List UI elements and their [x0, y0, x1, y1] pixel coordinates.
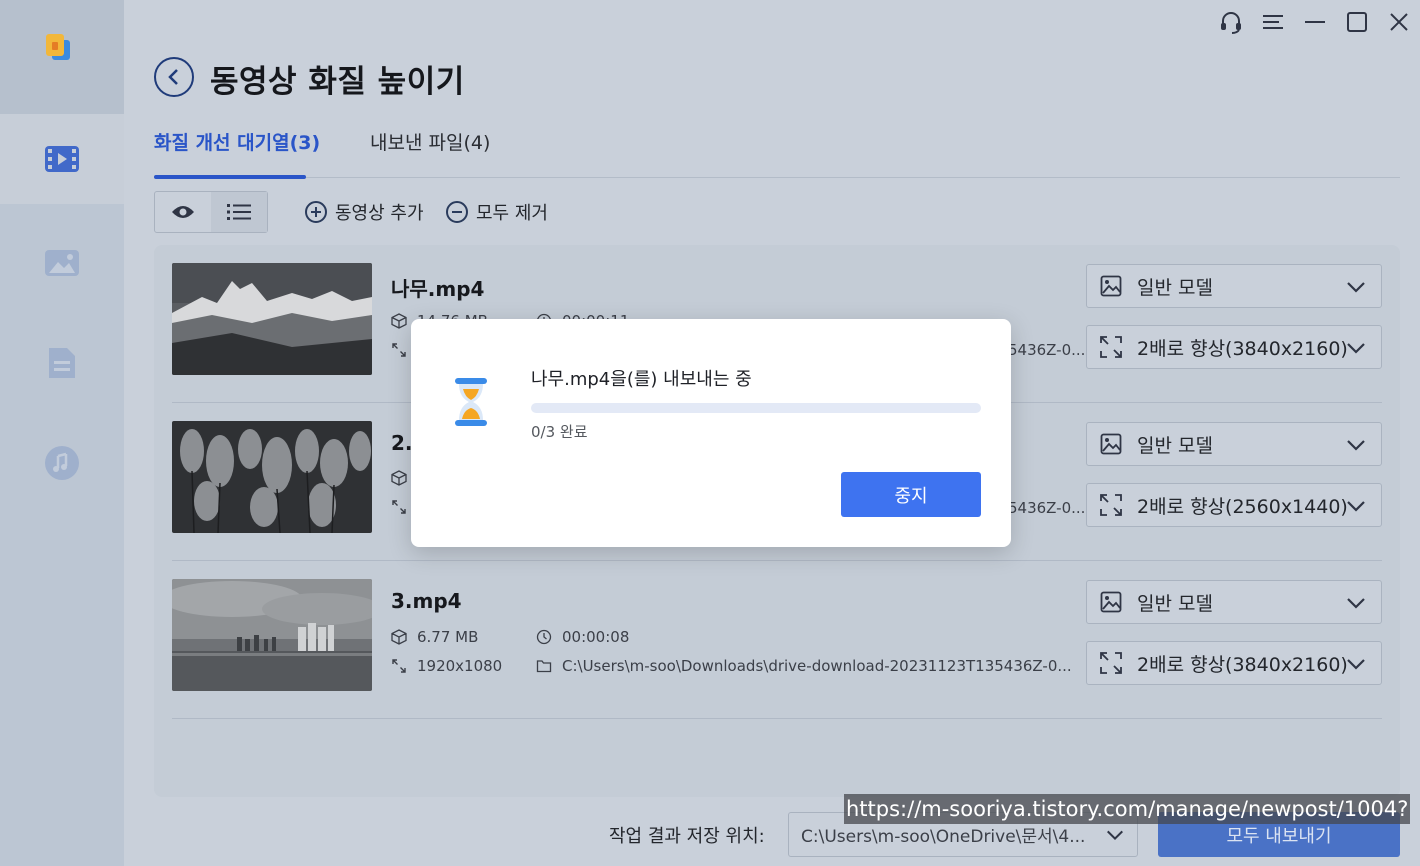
video-thumbnail — [172, 579, 372, 691]
image-model-icon — [1099, 432, 1123, 456]
tab-active-indicator — [154, 175, 306, 179]
expand-icon — [392, 500, 406, 514]
save-location-label: 작업 결과 저장 위치: — [609, 826, 765, 847]
tab-exported-files[interactable]: 내보낸 파일(4) — [370, 128, 490, 155]
nav-item-music[interactable] — [0, 418, 124, 508]
list-view-button[interactable] — [211, 192, 267, 232]
nav-item-document[interactable] — [0, 318, 124, 408]
upscale-icon — [1099, 651, 1123, 675]
file-resolution: 1920x1080 — [391, 657, 502, 675]
chevron-down-icon — [1347, 282, 1365, 293]
expand-icon — [392, 659, 406, 673]
add-video-label: 동영상 추가 — [335, 203, 424, 224]
folder-icon — [536, 660, 552, 673]
eye-icon — [172, 206, 194, 218]
file-path: 5436Z-0... — [1008, 499, 1086, 517]
upscale-dropdown[interactable]: 2배로 향상(3840x2160) — [1086, 641, 1382, 685]
chevron-down-icon — [1347, 343, 1365, 354]
list-icon — [227, 204, 251, 220]
close-button[interactable] — [1378, 0, 1420, 44]
hourglass-icon — [455, 378, 487, 426]
progress-count: 0/3 완료 — [531, 423, 588, 441]
image-model-icon — [1099, 274, 1123, 298]
document-icon — [49, 348, 75, 378]
video-icon — [45, 146, 79, 172]
model-dropdown[interactable]: 일반 모델 — [1086, 580, 1382, 624]
file-path: C:\Users\m-soo\Downloads\drive-download-… — [536, 657, 1072, 675]
nav-item-image[interactable] — [0, 218, 124, 308]
file-path: 5436Z-0... — [1008, 341, 1086, 359]
upscale-dropdown[interactable]: 2배로 향상(3840x2160) — [1086, 325, 1382, 369]
model-dropdown[interactable]: 일반 모델 — [1086, 264, 1382, 308]
chevron-down-icon — [1347, 501, 1365, 512]
chevron-down-icon — [1347, 440, 1365, 451]
url-watermark: https://m-sooriya.tistory.com/manage/new… — [844, 794, 1411, 824]
close-icon — [1390, 13, 1408, 31]
headset-icon — [1221, 12, 1241, 34]
logo-area — [0, 0, 124, 114]
left-nav-rail — [0, 0, 124, 866]
chevron-down-icon — [1347, 598, 1365, 609]
minus-circle-icon — [446, 201, 468, 223]
tab-bar: 화질 개선 대기열(3) 내보낸 파일(4) — [154, 126, 1400, 179]
dialog-title: 나무.mp4을(를) 내보내는 중 — [531, 369, 752, 390]
chevron-left-icon — [168, 69, 178, 85]
page-title: 동영상 화질 높이기 — [210, 64, 465, 100]
expand-icon — [392, 343, 406, 357]
chevron-down-icon — [1347, 659, 1365, 670]
cube-icon — [391, 629, 407, 645]
row-divider — [172, 718, 1382, 719]
image-icon — [45, 250, 79, 276]
cube-icon — [391, 313, 407, 329]
music-icon — [45, 446, 79, 480]
back-button[interactable] — [154, 57, 194, 97]
upscale-icon — [1099, 493, 1123, 517]
maximize-icon — [1347, 12, 1367, 32]
add-video-button[interactable]: 동영상 추가 — [305, 199, 424, 225]
clock-icon — [536, 629, 552, 645]
image-model-icon — [1099, 590, 1123, 614]
video-thumbnail — [172, 263, 372, 375]
preview-view-button[interactable] — [155, 192, 211, 232]
minimize-button[interactable] — [1294, 0, 1336, 44]
file-name: 3.mp4 — [391, 589, 462, 613]
app-logo-icon — [46, 34, 70, 60]
chevron-down-icon — [1107, 830, 1123, 841]
file-name: 나무.mp4 — [391, 277, 485, 301]
upscale-icon — [1099, 335, 1123, 359]
file-duration: 00:00:08 — [536, 628, 629, 646]
minimize-icon — [1305, 21, 1325, 23]
maximize-button[interactable] — [1336, 0, 1378, 44]
file-row[interactable]: 3.mp4 6.77 MB 00:00:08 1920x1080 C:\User… — [172, 561, 1382, 719]
export-progress-bar — [531, 403, 981, 413]
menu-button[interactable] — [1252, 0, 1294, 44]
menu-icon — [1263, 15, 1283, 29]
support-headset-button[interactable] — [1210, 0, 1252, 44]
export-progress-dialog: 나무.mp4을(를) 내보내는 중 0/3 완료 중지 — [411, 319, 1011, 547]
remove-all-label: 모두 제거 — [476, 203, 548, 224]
view-toggle — [154, 191, 268, 233]
model-dropdown[interactable]: 일반 모델 — [1086, 422, 1382, 466]
plus-circle-icon — [305, 201, 327, 223]
file-size: 6.77 MB — [391, 628, 478, 646]
window-controls — [1210, 0, 1420, 44]
nav-item-video[interactable] — [0, 114, 124, 204]
cube-icon — [391, 470, 407, 486]
tab-queue[interactable]: 화질 개선 대기열(3) — [154, 128, 320, 155]
stop-button[interactable]: 중지 — [841, 472, 981, 517]
upscale-dropdown[interactable]: 2배로 향상(2560x1440) — [1086, 483, 1382, 527]
remove-all-button[interactable]: 모두 제거 — [446, 199, 548, 225]
video-thumbnail — [172, 421, 372, 533]
